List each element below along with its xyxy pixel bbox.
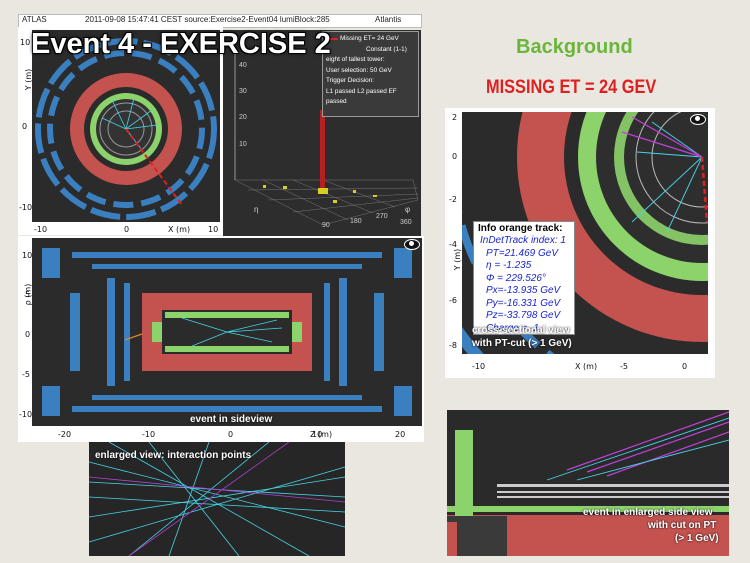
cs-x-tick-0: 0 bbox=[682, 362, 688, 371]
enlarged-caption-1: event in enlarged side view bbox=[583, 507, 713, 518]
xy-x-tick-left: -10 bbox=[34, 225, 48, 234]
side-detector-svg bbox=[42, 248, 412, 416]
legend-line-0: Missing ET= 24 GeV bbox=[340, 35, 399, 42]
xy-y-label: Y (m) bbox=[24, 68, 34, 91]
side-em-calo-top bbox=[165, 312, 289, 318]
page-title: Event 4 - EXERCISE 2 bbox=[31, 28, 331, 60]
side-x-tick-0: 0 bbox=[228, 430, 234, 439]
side-em-calo-bottom bbox=[165, 346, 289, 352]
cross-section-eye-icon[interactable] bbox=[690, 114, 706, 125]
legend-line-3: User selection: 50 GeV bbox=[326, 66, 392, 74]
track-info-box: Info orange track: InDetTrack index: 1 P… bbox=[473, 221, 575, 335]
legend-line-1: Constant (1-1) bbox=[366, 45, 407, 53]
cs-y-label: Y (m) bbox=[453, 248, 463, 271]
xy-y-tick-bottom: -10 bbox=[19, 203, 33, 212]
side-em-endcap-left bbox=[152, 322, 162, 342]
lego-z-tick-20: 20 bbox=[239, 114, 247, 121]
cs-y-tick-0: 0 bbox=[452, 152, 458, 161]
cs-y-tick-m2: -2 bbox=[449, 195, 457, 204]
cs-y-tick-2: 2 bbox=[452, 113, 458, 122]
legend-box: Missing ET= 24 GeV Constant (1-1) eight … bbox=[322, 31, 419, 117]
track-info-pt: PT=21.469 GeV bbox=[486, 247, 558, 259]
event-info: 2011-09-08 15:47:41 CEST source:Exercise… bbox=[85, 15, 330, 24]
cs-x-tick-m5: -5 bbox=[620, 362, 628, 371]
xy-x-tick-mid: 0 bbox=[124, 225, 130, 234]
track-info-phi: Φ = 229.526° bbox=[486, 272, 546, 284]
xy-x-label: X (m) bbox=[168, 225, 191, 234]
side-x-tick-20: 20 bbox=[395, 430, 406, 439]
lego-z-tick-40: 40 bbox=[239, 62, 247, 69]
side-x-tick-m10: -10 bbox=[142, 430, 156, 439]
cross-section-caption-1: cross-sectional view bbox=[472, 325, 570, 336]
side-view[interactable] bbox=[32, 238, 422, 426]
legend-missing-et-row: Missing ET= 24 GeV bbox=[326, 34, 418, 45]
cs-x-label: X (m) bbox=[575, 362, 598, 371]
brand-label: Atlantis bbox=[375, 15, 402, 24]
lego-phi-tick-180: 180 bbox=[350, 218, 362, 225]
side-y-label: ρ (m) bbox=[23, 283, 33, 306]
lego-grid bbox=[234, 179, 419, 226]
track-info-py: Py=-16.331 GeV bbox=[486, 297, 561, 309]
lego-phi-tick-360: 360 bbox=[400, 219, 412, 226]
track-info-eta: η = -1.235 bbox=[486, 260, 532, 271]
classification-title: Background bbox=[516, 36, 633, 58]
side-y-tick-0: 0 bbox=[25, 330, 31, 339]
enlarged-caption-2: with cut on PT bbox=[648, 520, 717, 531]
xy-y-tick-top: 10 bbox=[20, 38, 31, 47]
enlarged-caption-3: (> 1 GeV) bbox=[675, 533, 719, 544]
xy-x-tick-right: 10 bbox=[208, 225, 219, 234]
legend-line-4: Trigger Decision: bbox=[326, 77, 375, 84]
cross-section-caption-2: with PT-cut (> 1 GeV) bbox=[472, 338, 572, 349]
track-info-index: InDetTrack index: 1 bbox=[480, 235, 566, 246]
lego-eta-label: η bbox=[254, 205, 259, 214]
enlarged-tracks bbox=[566, 411, 729, 477]
lego-z-tick-30: 30 bbox=[239, 88, 247, 95]
enlarged-em-endcap bbox=[455, 430, 473, 516]
track-info-px: Px=-13.935 GeV bbox=[486, 285, 561, 296]
lego-phi-label: φ bbox=[405, 205, 411, 214]
cs-y-tick-m6: -6 bbox=[449, 296, 457, 305]
track-info-pz: Pz=-33.798 GeV bbox=[486, 310, 561, 321]
side-x-label: Z (m) bbox=[310, 430, 333, 439]
cs-y-tick-m4: -4 bbox=[449, 240, 457, 249]
side-y-tick-10: 10 bbox=[22, 251, 33, 260]
app-label: ATLAS bbox=[22, 15, 47, 24]
cs-y-tick-m8: -8 bbox=[449, 341, 457, 350]
legend-line-5: L1 passed L2 passed EF passed bbox=[326, 87, 397, 106]
lego-phi-tick-90: 90 bbox=[322, 222, 330, 229]
side-x-tick-m20: -20 bbox=[58, 430, 72, 439]
side-view-eye-icon[interactable] bbox=[404, 239, 420, 250]
track-info-title: Info orange track: bbox=[478, 223, 563, 234]
missing-et-title: MISSING ET = 24 GEV bbox=[486, 77, 657, 98]
side-y-tick-m10: -10 bbox=[19, 410, 33, 419]
lego-phi-tick-270: 270 bbox=[376, 213, 388, 220]
interaction-view-caption: enlarged view: interaction points bbox=[95, 450, 252, 461]
xy-y-tick-mid: 0 bbox=[22, 122, 28, 131]
lego-tall-tower bbox=[320, 110, 325, 188]
legend-line-2: eight of tallest tower: bbox=[326, 56, 385, 63]
cs-x-tick-m10: -10 bbox=[472, 362, 486, 371]
side-em-endcap-right bbox=[292, 322, 302, 342]
lego-z-tick-10: 10 bbox=[239, 141, 247, 148]
side-view-caption: event in sideview bbox=[190, 414, 273, 425]
side-y-tick-m5: -5 bbox=[22, 370, 30, 379]
